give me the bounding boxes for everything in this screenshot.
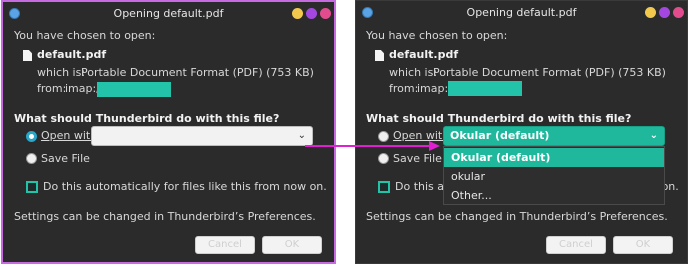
open-with-radio[interactable] (378, 131, 389, 142)
open-with-select-value: Okular (default) (450, 129, 550, 142)
dropdown-option-other[interactable]: Other... (444, 186, 664, 205)
maximize-button[interactable] (306, 8, 317, 19)
from-label: from: (37, 82, 67, 95)
dropdown-option-okular[interactable]: okular (444, 167, 664, 186)
chosen-label: You have chosen to open: (366, 29, 508, 42)
chevron-down-icon: ⌄ (297, 130, 306, 141)
save-file-radio[interactable] (26, 153, 37, 164)
ok-button[interactable]: OK (613, 236, 673, 254)
cancel-button[interactable]: Cancel (546, 236, 606, 254)
open-dialog-right: Opening default.pdf You have chosen to o… (355, 0, 688, 264)
ok-button[interactable]: OK (262, 236, 322, 254)
thunderbird-icon (9, 8, 20, 19)
file-icon (23, 50, 32, 61)
window-title: Opening default.pdf (113, 7, 224, 20)
maximize-button[interactable] (659, 7, 670, 18)
open-with-label: Open with (393, 129, 449, 142)
open-with-select[interactable]: ⌄ (91, 126, 313, 146)
minimize-button[interactable] (645, 7, 656, 18)
save-file-label-text: Save File (41, 152, 90, 165)
close-button[interactable] (320, 8, 331, 19)
chevron-down-icon: ⌄ (649, 130, 658, 141)
open-with-radio[interactable] (26, 131, 37, 142)
dropdown-option-okular-default[interactable]: Okular (default) (444, 148, 664, 167)
file-icon (375, 50, 384, 61)
file-type-value: Portable Document Format (PDF) (753 KB) (81, 66, 314, 79)
file-type-value: Portable Document Format (PDF) (753 KB) (433, 66, 666, 79)
title-bar: Opening default.pdf (356, 1, 687, 25)
open-with-select[interactable]: Okular (default) ⌄ (443, 126, 665, 146)
window-title: Opening default.pdf (466, 6, 577, 19)
save-file-radio[interactable] (378, 153, 389, 164)
question-heading: What should Thunderbird do with this fil… (14, 112, 280, 125)
redacted-address (448, 81, 522, 96)
auto-checkbox[interactable] (26, 181, 38, 193)
open-with-dropdown-list: Okular (default) okular Other... (443, 146, 665, 205)
open-dialog-left: Opening default.pdf You have chosen to o… (1, 0, 336, 264)
which-is-label: which is: (37, 66, 86, 79)
open-with-label-text: Open with (393, 129, 450, 142)
file-name: default.pdf (389, 48, 459, 61)
open-with-label-text: Open with (41, 129, 98, 142)
question-heading: What should Thunderbird do with this fil… (366, 112, 632, 125)
thunderbird-icon (362, 7, 373, 18)
settings-note: Settings can be changed in Thunderbird’s… (366, 210, 668, 223)
save-file-label: Save File (393, 152, 442, 165)
minimize-button[interactable] (292, 8, 303, 19)
open-with-label: Open with (41, 129, 97, 142)
from-label: from: (389, 82, 419, 95)
save-file-label-text: Save File (393, 152, 442, 165)
save-file-label: Save File (41, 152, 90, 165)
file-name: default.pdf (37, 48, 107, 61)
title-bar: Opening default.pdf (3, 2, 334, 26)
chosen-label: You have chosen to open: (14, 29, 156, 42)
auto-label: Do this automatically for files like thi… (43, 180, 327, 193)
settings-note: Settings can be changed in Thunderbird’s… (14, 210, 316, 223)
cancel-button[interactable]: Cancel (195, 236, 255, 254)
redacted-address (97, 82, 171, 97)
which-is-label: which is: (389, 66, 438, 79)
close-button[interactable] (673, 7, 684, 18)
auto-checkbox[interactable] (378, 181, 390, 193)
